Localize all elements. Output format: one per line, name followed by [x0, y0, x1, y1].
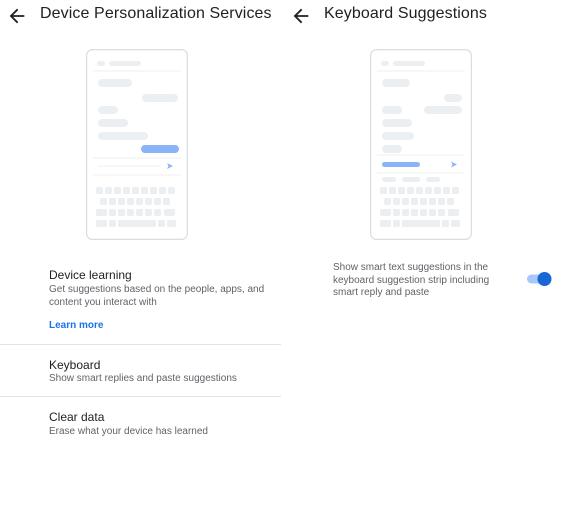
app-bar: Keyboard Suggestions	[284, 0, 562, 32]
keyboard-suggestions-screen: Keyboard Suggestions Show smart text sug…	[284, 0, 562, 517]
device-learning-subtitle: Get suggestions based on the people, app…	[49, 284, 265, 308]
clear-data-subtitle: Erase what your device has learned	[49, 426, 208, 437]
keyboard-suggestions-description: Show smart text suggestions in the keybo…	[333, 262, 490, 298]
device-learning-title: Device learning	[49, 268, 132, 282]
keyboard-suggestions-toggle[interactable]	[526, 270, 554, 288]
back-arrow-icon[interactable]	[6, 5, 28, 27]
clear-data-title: Clear data	[49, 410, 105, 424]
keyboard-row[interactable]: Keyboard Show smart replies and paste su…	[0, 345, 284, 396]
clear-data-row[interactable]: Clear data Erase what your device has le…	[0, 397, 284, 449]
phone-illustration	[370, 49, 472, 240]
app-bar: Device Personalization Services	[0, 0, 284, 32]
page-title: Keyboard Suggestions	[324, 5, 487, 22]
learn-more-link[interactable]: Learn more	[49, 320, 103, 331]
page-title: Device Personalization Services	[40, 5, 272, 22]
device-personalization-screen: Device Personalization Services Device l…	[0, 0, 284, 517]
keyboard-subtitle: Show smart replies and paste suggestions	[49, 373, 237, 384]
back-arrow-icon[interactable]	[290, 5, 312, 27]
device-learning-row[interactable]: Device learning Get suggestions based on…	[0, 262, 284, 344]
phone-illustration	[86, 49, 188, 240]
keyboard-title: Keyboard	[49, 358, 101, 372]
